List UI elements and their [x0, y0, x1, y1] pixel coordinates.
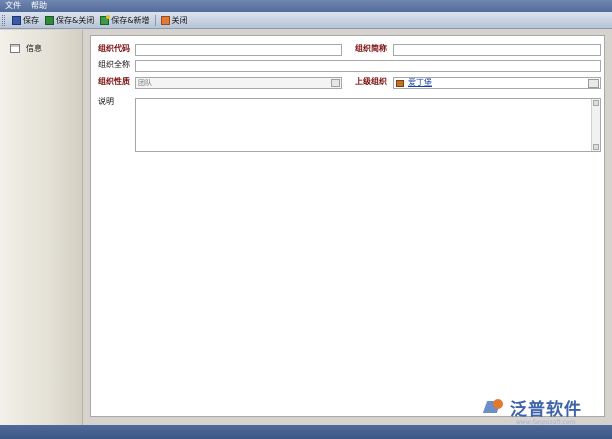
save-button[interactable]: 保存 [9, 13, 42, 28]
parent-org-field[interactable]: 爱丁堡 [393, 77, 601, 89]
scroll-down-icon[interactable] [593, 144, 599, 150]
toolbar-grip[interactable] [2, 14, 5, 26]
org-short-input[interactable] [393, 44, 601, 56]
logo-mark-icon [485, 398, 507, 416]
save-close-icon [45, 15, 54, 25]
save-new-button[interactable]: 保存&新增 [97, 13, 152, 28]
parent-org-label: 上级组织 [355, 77, 387, 86]
sidebar: 信息 [0, 30, 83, 425]
description-label: 说明 [98, 97, 114, 106]
organization-icon [396, 80, 404, 87]
save-close-button-label: 保存&关闭 [56, 15, 95, 25]
document-icon [10, 43, 20, 53]
search-icon[interactable] [588, 79, 599, 88]
org-code-label: 组织代码 [98, 44, 130, 53]
menu-bar: 文件 帮助 [0, 0, 612, 12]
sidebar-item-info[interactable]: 信息 [5, 40, 81, 56]
save-close-button[interactable]: 保存&关闭 [42, 13, 97, 28]
menu-file[interactable]: 文件 [0, 0, 26, 12]
org-full-label: 组织全称 [98, 60, 130, 69]
sidebar-item-label: 信息 [26, 43, 42, 53]
brand-logo: 泛普软件 [485, 393, 610, 421]
save-new-button-label: 保存&新增 [111, 15, 150, 25]
logo-text: 泛普软件 [510, 399, 582, 420]
close-icon [160, 15, 170, 25]
close-button[interactable]: 关闭 [158, 13, 191, 28]
save-new-icon [100, 14, 111, 25]
description-scrollbar[interactable] [591, 99, 600, 151]
save-button-label: 保存 [23, 15, 39, 25]
org-full-input[interactable] [135, 60, 601, 72]
status-bar [0, 425, 612, 439]
description-textarea[interactable] [135, 98, 601, 152]
scroll-up-icon[interactable] [593, 100, 599, 106]
save-icon [12, 15, 21, 25]
org-type-value: 团队 [138, 79, 152, 87]
close-button-label: 关闭 [171, 15, 188, 25]
toolbar: 保存 保存&关闭 保存&新增 关闭 [0, 12, 612, 29]
org-code-input[interactable] [135, 44, 342, 56]
parent-org-link[interactable]: 爱丁堡 [408, 78, 432, 88]
ellipsis-icon[interactable] [331, 79, 340, 87]
toolbar-separator [154, 14, 156, 26]
org-type-select[interactable]: 团队 [135, 77, 342, 89]
form-panel: 组织代码 组织简称 组织全称 组织性质 团队 上级组织 爱丁堡 说明 [90, 35, 605, 417]
org-short-label: 组织简称 [355, 44, 387, 53]
menu-help[interactable]: 帮助 [26, 0, 52, 12]
org-type-label: 组织性质 [98, 77, 130, 86]
